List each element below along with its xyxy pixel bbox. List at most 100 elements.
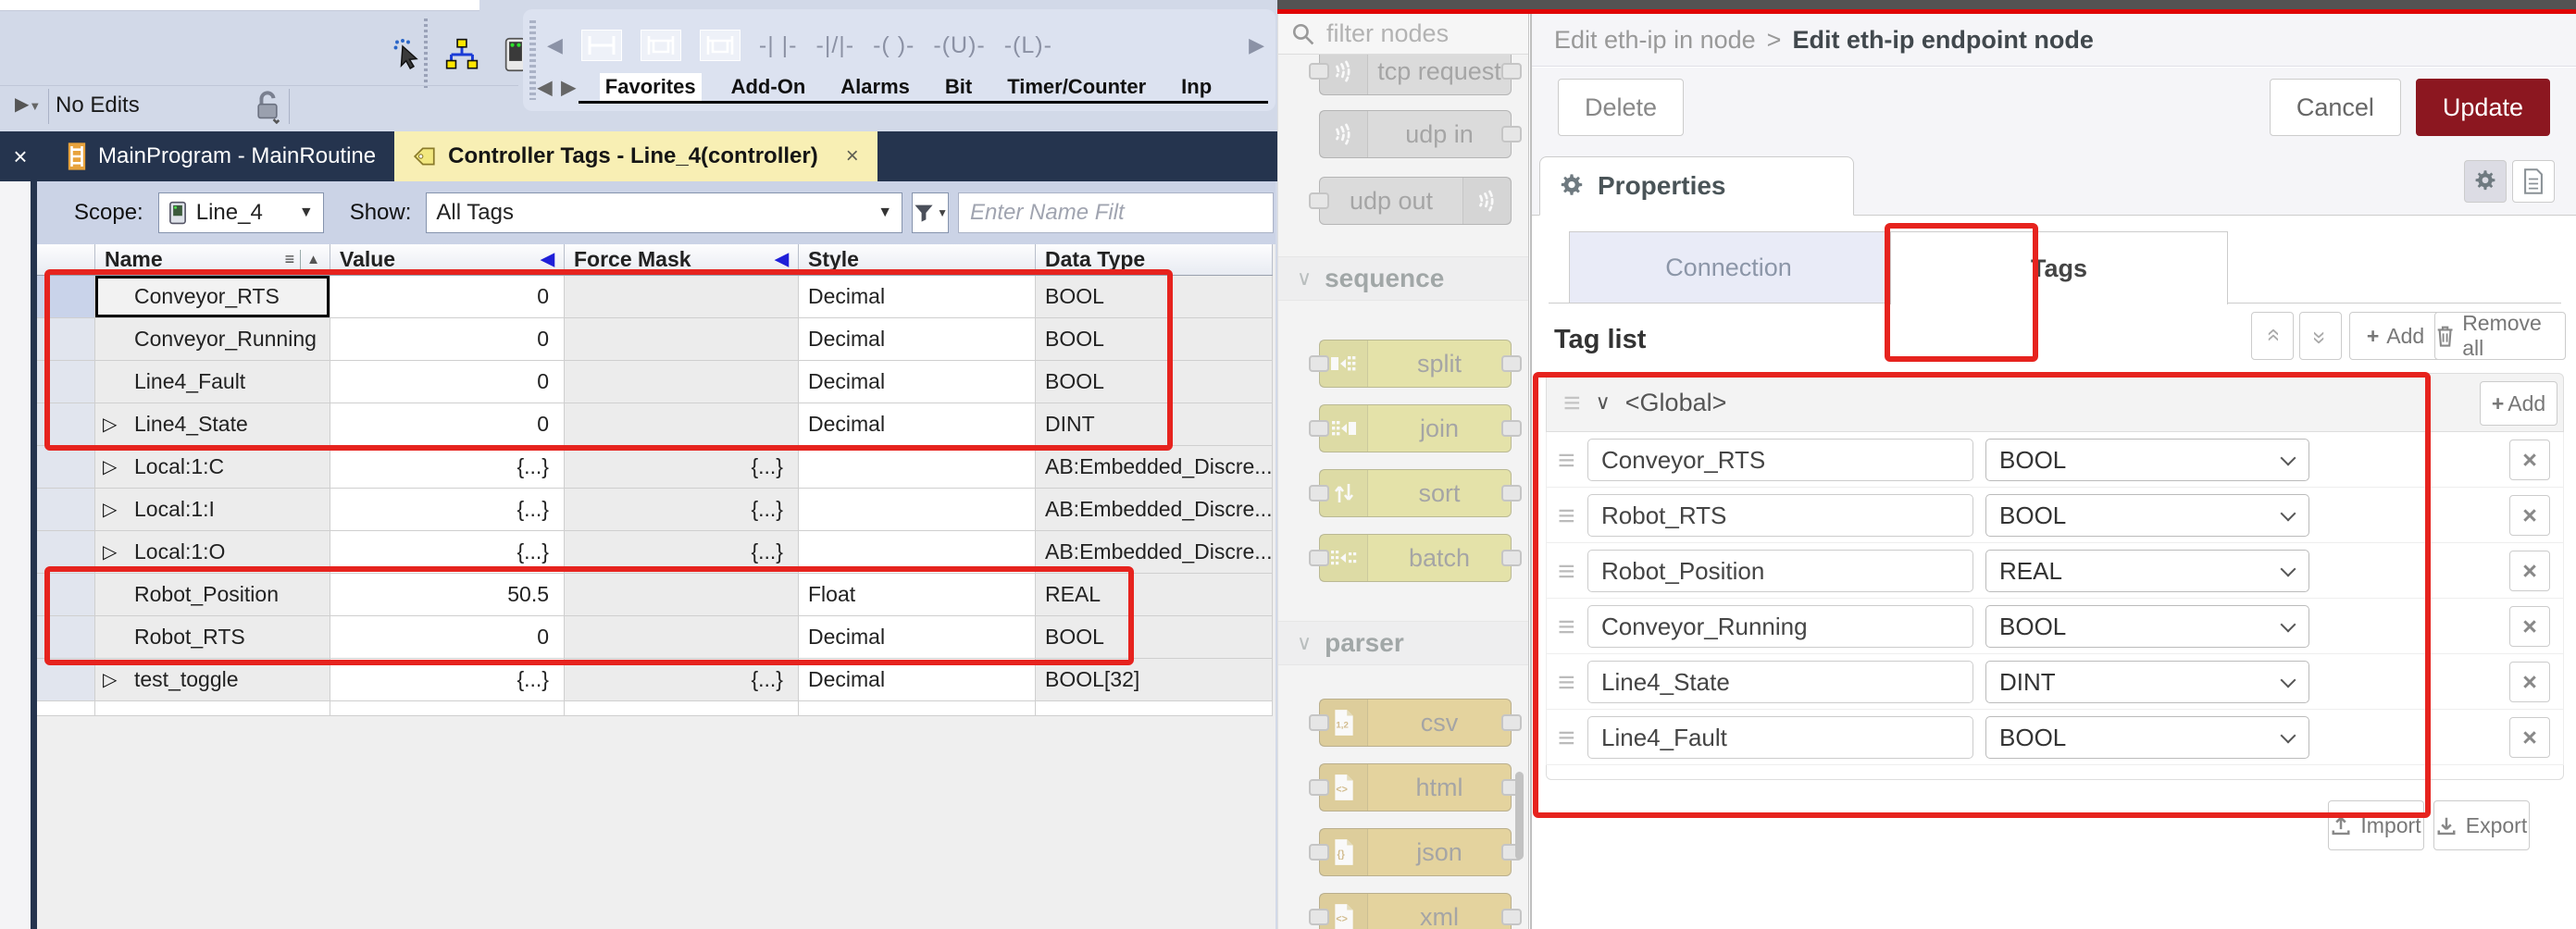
- tab-favorites[interactable]: Favorites: [600, 73, 702, 101]
- output-port[interactable]: [1501, 63, 1522, 80]
- tag-name-input[interactable]: [1587, 550, 1973, 592]
- cell-name[interactable]: ▷Local:1:O: [95, 531, 330, 573]
- tab-add-on[interactable]: Add-On: [726, 73, 812, 101]
- table-row[interactable]: ▷test_toggle {...} {...} Decimal BOOL[32…: [37, 659, 1273, 701]
- header-name[interactable]: Name ≡ ▲: [95, 244, 330, 275]
- tag-type-select[interactable]: BOOL: [1985, 439, 2309, 481]
- palette-node-xml[interactable]: <> xml: [1319, 893, 1512, 929]
- close-pane-icon[interactable]: ×: [0, 131, 41, 181]
- cell-value[interactable]: {...}: [330, 531, 565, 573]
- row-selector[interactable]: [37, 616, 95, 658]
- tag-group-global[interactable]: ≡ ∨ <Global> + Add: [1546, 373, 2564, 432]
- tab-mainroutine[interactable]: MainProgram - MainRoutine: [48, 131, 394, 181]
- name-filter-input[interactable]: [958, 192, 1274, 233]
- cell-data-type[interactable]: BOOL: [1036, 318, 1273, 360]
- palette-node-udp-in[interactable]: udp in: [1319, 110, 1512, 158]
- tab-timer-counter[interactable]: Timer/Counter: [1002, 73, 1151, 101]
- cell-name[interactable]: Conveyor_Running: [95, 318, 330, 360]
- tag-type-select[interactable]: BOOL: [1985, 716, 2309, 759]
- cell-value[interactable]: 50.5: [330, 574, 565, 615]
- drag-handle-icon[interactable]: ≡: [1558, 554, 1575, 588]
- cell-data-type[interactable]: DINT: [1036, 403, 1273, 445]
- cell-force-mask[interactable]: {...}: [565, 659, 799, 700]
- tag-name-input[interactable]: [1587, 605, 1973, 648]
- row-selector[interactable]: [37, 489, 95, 530]
- cell-style[interactable]: Decimal: [799, 276, 1036, 317]
- tab-alarms[interactable]: Alarms: [835, 73, 915, 101]
- remove-tag-button[interactable]: ×: [2509, 717, 2550, 758]
- palette-node-csv[interactable]: 1,2 csv: [1319, 699, 1512, 747]
- tab-input[interactable]: Inp: [1176, 73, 1217, 101]
- cell-style[interactable]: Decimal: [799, 361, 1036, 403]
- tag-name-input[interactable]: [1587, 661, 1973, 703]
- palette-node-join[interactable]: join: [1319, 404, 1512, 452]
- remove-tag-button[interactable]: ×: [2509, 606, 2550, 647]
- branch-icon[interactable]: [641, 30, 681, 61]
- lock-icon[interactable]: [252, 91, 283, 129]
- expand-icon[interactable]: ▷: [103, 668, 117, 691]
- input-port[interactable]: [1309, 192, 1329, 209]
- cell-data-type[interactable]: BOOL: [1036, 616, 1273, 658]
- network-browse-icon[interactable]: [442, 35, 481, 74]
- scroll-left-icon[interactable]: ◀: [547, 33, 563, 57]
- expand-icon[interactable]: ▷: [103, 413, 117, 436]
- row-selector[interactable]: [37, 659, 95, 700]
- cell-force-mask[interactable]: [565, 318, 799, 360]
- output-port[interactable]: [1501, 550, 1522, 566]
- cell-data-type[interactable]: BOOL[32]: [1036, 659, 1273, 700]
- cell-name[interactable]: Conveyor_RTS: [95, 276, 330, 317]
- expand-icon[interactable]: ▷: [103, 455, 117, 478]
- cell-style[interactable]: [799, 489, 1036, 530]
- table-row[interactable]: Robot_Position 50.5 Float REAL: [37, 574, 1273, 616]
- input-port[interactable]: [1309, 63, 1329, 80]
- cell-force-mask[interactable]: [565, 616, 799, 658]
- header-style[interactable]: Style: [799, 244, 1036, 275]
- cell-style[interactable]: Decimal: [799, 659, 1036, 700]
- cell-force-mask[interactable]: {...}: [565, 489, 799, 530]
- palette-node-sort[interactable]: sort: [1319, 469, 1512, 517]
- cell-name[interactable]: ▷Local:1:I: [95, 489, 330, 530]
- cell-data-type[interactable]: BOOL: [1036, 276, 1273, 317]
- remove-tag-button[interactable]: ×: [2509, 551, 2550, 591]
- cell-style[interactable]: Decimal: [799, 616, 1036, 658]
- output-port[interactable]: [1501, 355, 1522, 372]
- input-port[interactable]: [1309, 485, 1329, 502]
- table-row[interactable]: Conveyor_RTS 0 Decimal BOOL: [37, 276, 1273, 318]
- output-port[interactable]: [1501, 485, 1522, 502]
- cell-force-mask[interactable]: {...}: [565, 446, 799, 488]
- tab-connection[interactable]: Connection: [1569, 231, 1888, 303]
- cell-name[interactable]: Line4_Fault: [95, 361, 330, 403]
- sort-asc-icon[interactable]: ▲: [306, 252, 320, 267]
- cell-name[interactable]: ▷Local:1:C: [95, 446, 330, 488]
- palette-node-json[interactable]: {} json: [1319, 828, 1512, 876]
- header-data-type[interactable]: Data Type: [1036, 244, 1273, 275]
- cell-data-type[interactable]: AB:Embedded_Discre...: [1036, 531, 1273, 573]
- xic-instruction[interactable]: -| |-: [759, 32, 798, 59]
- table-row[interactable]: ▷Local:1:I {...} {...} AB:Embedded_Discr…: [37, 489, 1273, 531]
- cell-data-type[interactable]: REAL: [1036, 574, 1273, 615]
- cell-value[interactable]: {...}: [330, 489, 565, 530]
- header-value[interactable]: Value ◀: [330, 244, 565, 275]
- cell-value[interactable]: {...}: [330, 659, 565, 700]
- input-port[interactable]: [1309, 779, 1329, 796]
- drag-handle-icon[interactable]: ≡: [1558, 665, 1575, 700]
- row-selector[interactable]: [37, 531, 95, 573]
- rung-icon[interactable]: [581, 30, 622, 61]
- cell-value[interactable]: 0: [330, 616, 565, 658]
- cell-data-type[interactable]: BOOL: [1036, 361, 1273, 403]
- row-selector[interactable]: [37, 361, 95, 403]
- header-force-mask[interactable]: Force Mask ◀: [565, 244, 799, 275]
- remove-all-button[interactable]: Remove all: [2434, 312, 2566, 360]
- cell-value[interactable]: 0: [330, 361, 565, 403]
- cell-style[interactable]: [799, 446, 1036, 488]
- cell-style[interactable]: Decimal: [799, 403, 1036, 445]
- select-cursor-icon[interactable]: [389, 35, 428, 74]
- table-row[interactable]: Line4_Fault 0 Decimal BOOL: [37, 361, 1273, 403]
- drag-handle-icon[interactable]: ≡: [1558, 443, 1575, 477]
- cell-force-mask[interactable]: [565, 276, 799, 317]
- drag-handle-icon[interactable]: ≡: [1563, 386, 1581, 420]
- palette-search[interactable]: filter nodes: [1278, 14, 1528, 55]
- tab-properties[interactable]: Properties: [1539, 156, 1854, 216]
- palette-section-sequence[interactable]: ∨ sequence: [1278, 256, 1528, 301]
- tab-controller-tags[interactable]: Controller Tags - Line_4(controller) ×: [394, 131, 877, 181]
